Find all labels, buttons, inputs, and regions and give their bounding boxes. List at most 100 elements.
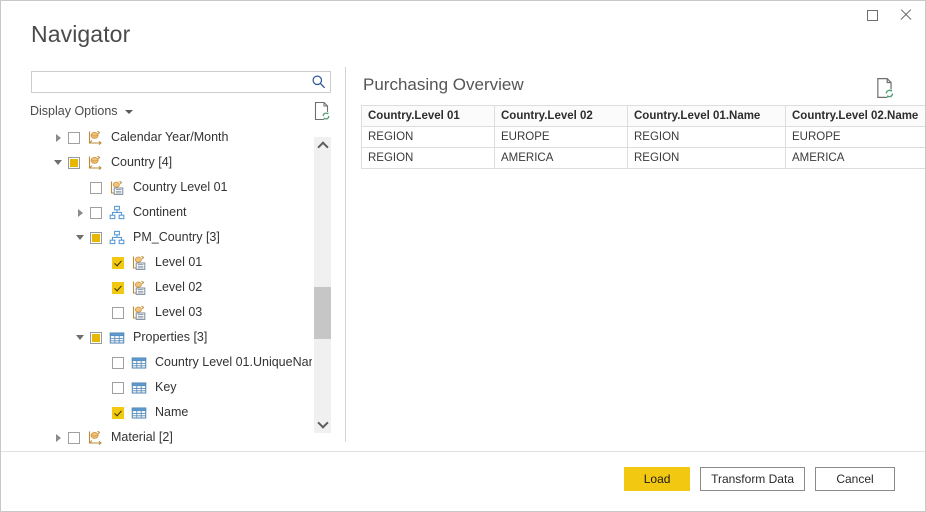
collapse-triangle-icon[interactable] [52,156,66,170]
tree-item-label: Country Level 01 [133,181,228,195]
navigator-dialog: Navigator Display Options Calendar Year/… [0,0,926,512]
close-icon [899,8,913,22]
load-button[interactable]: Load [624,467,690,491]
tree-item-label: Properties [3] [133,331,207,345]
tree-item-label: Continent [133,206,187,220]
tree-item-checkbox[interactable] [90,207,102,219]
tree-item-checkbox[interactable] [90,332,102,344]
table-cell: REGION [628,127,786,148]
expander-placeholder [96,256,110,270]
tree-item-checkbox[interactable] [68,432,80,444]
maximize-button[interactable] [855,1,889,29]
tree-scrollbar[interactable] [314,137,331,433]
maximize-icon [867,10,878,21]
tree-item-checkbox[interactable] [112,282,124,294]
scrollbar-thumb[interactable] [314,287,331,339]
preview-table: Country.Level 01Country.Level 02Country.… [361,105,926,169]
tree-item-checkbox[interactable] [68,157,80,169]
table-column-header[interactable]: Country.Level 02.Name [786,106,926,127]
tree-item-label: Level 01 [155,256,202,270]
tree-item[interactable]: Country [4] [30,150,312,175]
tree-item[interactable]: Level 03 [30,300,312,325]
hierarchy-level-icon [109,180,125,196]
table-cell: AMERICA [786,148,926,169]
tree-item[interactable]: Properties [3] [30,325,312,350]
tree-item[interactable]: Name [30,400,312,425]
table-header-row: Country.Level 01Country.Level 02Country.… [362,106,926,127]
scroll-down-button[interactable] [314,416,331,433]
table-body: REGIONEUROPEREGIONEUROPEREGIONAMERICAREG… [362,127,926,169]
chevron-up-icon [319,142,327,150]
panel-divider [345,67,346,442]
table-icon [131,355,147,371]
tree-item-label: Level 03 [155,306,202,320]
table-cell: REGION [362,148,495,169]
collapse-triangle-icon[interactable] [74,231,88,245]
transform-data-button[interactable]: Transform Data [700,467,805,491]
refresh-document-icon[interactable] [313,101,331,121]
tree-item[interactable]: Key [30,375,312,400]
tree-item-checkbox[interactable] [112,407,124,419]
tree-item[interactable]: Continent [30,200,312,225]
tree-item[interactable]: Material [2] [30,425,312,445]
search-input[interactable] [32,72,308,92]
table-icon [131,405,147,421]
chevron-down-icon [319,421,327,429]
table-column-header[interactable]: Country.Level 01.Name [628,106,786,127]
tree-item-checkbox[interactable] [112,307,124,319]
display-options-dropdown[interactable]: Display Options [30,104,133,118]
cancel-button[interactable]: Cancel [815,467,895,491]
tree-item-checkbox[interactable] [112,357,124,369]
tree-item[interactable]: Country Level 01.UniqueName [30,350,312,375]
collapse-triangle-icon[interactable] [74,331,88,345]
expander-placeholder [96,306,110,320]
tree-item-checkbox[interactable] [112,382,124,394]
preview-refresh-document-icon[interactable] [875,77,895,99]
tree-item-label: Country [4] [111,156,172,170]
tree-item-checkbox[interactable] [112,257,124,269]
object-tree[interactable]: Calendar Year/Month Country [4] Country Le… [30,125,312,445]
table-row: REGIONEUROPEREGIONEUROPE [362,127,926,148]
expander-placeholder [96,356,110,370]
tree-item[interactable]: Calendar Year/Month [30,125,312,150]
table-cell: EUROPE [786,127,926,148]
dialog-footer: Load Transform Data Cancel [624,467,895,491]
tree-item-checkbox[interactable] [90,182,102,194]
table-cell: EUROPE [495,127,628,148]
table-column-header[interactable]: Country.Level 02 [495,106,628,127]
expander-placeholder [96,281,110,295]
tree-item[interactable]: Country Level 01 [30,175,312,200]
footer-divider [1,451,925,452]
preview-title: Purchasing Overview [363,75,524,95]
search-icon[interactable] [311,74,327,90]
tree-item-label: Calendar Year/Month [111,131,228,145]
tree-item-label: Name [155,406,188,420]
tree-item-checkbox[interactable] [90,232,102,244]
expand-triangle-icon[interactable] [52,131,66,145]
table-cell: AMERICA [495,148,628,169]
tree-item-checkbox[interactable] [68,132,80,144]
tree-item-label: Key [155,381,177,395]
scroll-up-button[interactable] [314,137,331,154]
cube-icon [87,155,103,171]
table-column-header[interactable]: Country.Level 01 [362,106,495,127]
hierarchy-level-icon [131,305,147,321]
tree-item-label: PM_Country [3] [133,231,220,245]
table-cell: REGION [362,127,495,148]
chevron-down-icon [125,110,133,114]
table-row: REGIONAMERICAREGIONAMERICA [362,148,926,169]
tree-item[interactable]: PM_Country [3] [30,225,312,250]
hierarchy-level-icon [131,280,147,296]
close-button[interactable] [889,1,923,29]
expand-triangle-icon[interactable] [52,431,66,445]
page-title: Navigator [31,21,130,48]
tree-item[interactable]: Level 01 [30,250,312,275]
hierarchy-icon [109,205,125,221]
search-box[interactable] [31,71,331,93]
tree-item[interactable]: Level 02 [30,275,312,300]
expand-triangle-icon[interactable] [74,206,88,220]
expander-placeholder [96,381,110,395]
table-icon [131,380,147,396]
tree-item-label: Country Level 01.UniqueName [155,356,312,370]
tree-item-label: Material [2] [111,431,173,445]
